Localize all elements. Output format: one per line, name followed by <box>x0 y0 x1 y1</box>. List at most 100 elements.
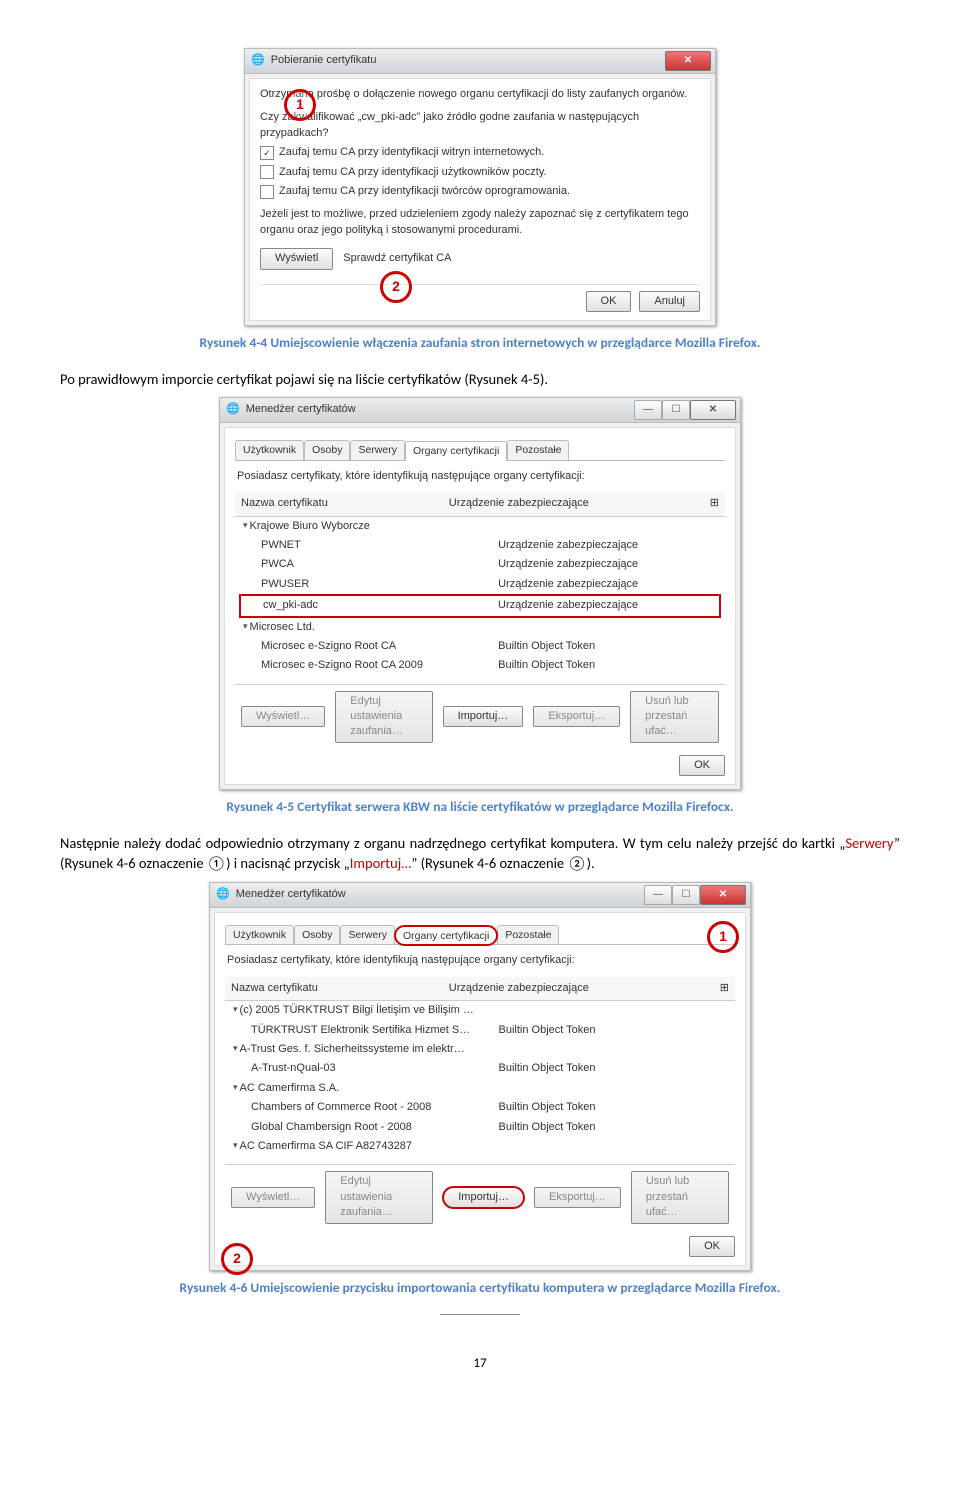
export-button[interactable]: Eksportuj… <box>533 706 620 727</box>
table-row[interactable]: PWNETUrządzenie zabezpieczające <box>239 536 721 555</box>
ok-button[interactable]: OK <box>679 755 725 776</box>
dialog-body: Otrzymano prośbę o dołączenie nowego org… <box>249 78 711 321</box>
checkbox-icon[interactable] <box>260 165 274 179</box>
table-row[interactable]: Microsec e-Szigno Root CABuiltin Object … <box>239 637 721 656</box>
table-header: Nazwa certyfikatu Urządzenie zabezpiecza… <box>235 492 725 516</box>
tab-user[interactable]: Użytkownik <box>225 925 294 945</box>
chk-trust-mail[interactable]: Zaufaj temu CA przy identyfikacji użytko… <box>260 165 700 180</box>
caption-4-4: Rysunek 4-4 Umiejscowienie włączenia zau… <box>60 334 900 353</box>
table-row[interactable]: Microsec e-Szigno Root CA 2009Builtin Ob… <box>239 656 721 675</box>
cert-table: Krajowe Biuro WyborczePWNETUrządzenie za… <box>235 517 725 680</box>
table-row[interactable]: TÜRKTRUST Elektronik Sertifika Hizmet S…… <box>229 1021 731 1040</box>
settings-icon[interactable]: ⊞ <box>720 981 729 996</box>
view-button[interactable]: Wyświetl… <box>231 1187 315 1208</box>
chk-label: Zaufaj temu CA przy identyfikacji użytko… <box>279 165 547 180</box>
table-row[interactable]: A-Trust-nQual-03Builtin Object Token <box>229 1059 731 1078</box>
app-icon: 🌐 <box>226 402 240 417</box>
figure-4-4: 🌐 Pobieranie certyfikatu ✕ Otrzymano pro… <box>60 48 900 326</box>
dialog-body: Użytkownik Osoby Serwery Organy certyfik… <box>214 912 746 1266</box>
table-header: Nazwa certyfikatu Urządzenie zabezpiecza… <box>225 977 735 1001</box>
tab-others[interactable]: Pozostałe <box>497 925 559 945</box>
annotation-circle-2: 2 <box>380 271 412 303</box>
tab-row: Użytkownik Osoby Serwery Organy certyfik… <box>235 440 725 461</box>
col-cert-name: Nazwa certyfikatu <box>241 496 328 511</box>
dialog-cert-manager-2: 🌐 Menedżer certyfikatów — ☐ ✕ Użytkownik… <box>209 882 751 1271</box>
close-button[interactable]: ✕ <box>690 400 736 420</box>
edit-trust-button[interactable]: Edytuj ustawienia zaufania… <box>335 691 432 743</box>
dialog-warning: Jeżeli jest to możliwe, przed udzielenie… <box>260 207 700 238</box>
tab-authorities[interactable]: Organy certyfikacji <box>405 441 507 461</box>
table-group[interactable]: Microsec Ltd. <box>239 618 721 637</box>
tab-people[interactable]: Osoby <box>304 440 350 460</box>
chk-label: Zaufaj temu CA przy identyfikacji witryn… <box>279 145 544 160</box>
import-button[interactable]: Importuj… <box>443 706 524 727</box>
para-after-4-4: Po prawidłowym imporcie certyfikat pojaw… <box>60 369 900 389</box>
checkbox-icon[interactable] <box>260 146 274 160</box>
view-button[interactable]: Wyświetl <box>260 248 333 269</box>
servers-text: Serwery <box>845 834 894 852</box>
chk-trust-websites[interactable]: Zaufaj temu CA przy identyfikacji witryn… <box>260 145 700 160</box>
import-button[interactable]: Importuj… <box>443 1187 524 1208</box>
figure-4-5: 🌐 Menedżer certyfikatów — ☐ ✕ Użytkownik… <box>60 397 900 790</box>
tab-others[interactable]: Pozostałe <box>507 440 569 460</box>
table-group[interactable]: Krajowe Biuro Wyborcze <box>239 517 721 536</box>
minimize-button[interactable]: — <box>644 885 672 905</box>
checkbox-icon[interactable] <box>260 185 274 199</box>
annotation-circle-1: 1 <box>707 921 739 953</box>
col-device: Urządzenie zabezpieczające <box>449 981 589 996</box>
ok-button[interactable]: OK <box>586 291 632 312</box>
dialog-cert-manager: 🌐 Menedżer certyfikatów — ☐ ✕ Użytkownik… <box>219 397 741 790</box>
chk-trust-software[interactable]: Zaufaj temu CA przy identyfikacji twórcó… <box>260 184 700 199</box>
table-row[interactable]: cw_pki-adcUrządzenie zabezpieczające <box>239 594 721 617</box>
page-number: 17 <box>60 1355 900 1373</box>
tab-people[interactable]: Osoby <box>294 925 340 945</box>
table-row[interactable]: PWCAUrządzenie zabezpieczające <box>239 555 721 574</box>
table-group[interactable]: AC Camerfirma SA CIF A82743287 <box>229 1137 731 1156</box>
dialog-title: Pobieranie certyfikatu <box>271 53 377 68</box>
ok-button[interactable]: OK <box>689 1236 735 1257</box>
col-device: Urządzenie zabezpieczające <box>449 496 589 511</box>
dialog-title: Menedżer certyfikatów <box>246 402 356 417</box>
tab-user[interactable]: Użytkownik <box>235 440 304 460</box>
annotation-circle-2: 2 <box>221 1243 253 1275</box>
titlebar: 🌐 Pobieranie certyfikatu ✕ <box>245 49 715 74</box>
tab-servers[interactable]: Serwery <box>350 440 405 460</box>
app-icon: 🌐 <box>251 53 265 68</box>
figure-4-6: 🌐 Menedżer certyfikatów — ☐ ✕ Użytkownik… <box>60 882 900 1271</box>
close-button[interactable]: ✕ <box>665 51 711 71</box>
table-group[interactable]: A-Trust Ges. f. Sicherheitssysteme im el… <box>229 1040 731 1059</box>
tab-authorities[interactable]: Organy certyfikacji <box>395 926 497 946</box>
minimize-button[interactable]: — <box>634 400 662 420</box>
cancel-button[interactable]: Anuluj <box>639 291 700 312</box>
tab-servers[interactable]: Serwery <box>340 925 395 945</box>
remove-button[interactable]: Usuń lub przestań ufać… <box>631 1171 729 1223</box>
import-text: Importuj… <box>350 854 412 872</box>
view-button[interactable]: Wyświetl… <box>241 706 325 727</box>
dialog-question: Czy zakwalifikować „cw_pki-adc” jako źró… <box>260 110 700 141</box>
table-row[interactable]: Global Chambersign Root - 2008Builtin Ob… <box>229 1118 731 1137</box>
dialog-download-cert: 🌐 Pobieranie certyfikatu ✕ Otrzymano pro… <box>244 48 716 326</box>
dialog-intro: Otrzymano prośbę o dołączenie nowego org… <box>260 87 700 102</box>
desc: Posiadasz certyfikaty, które identyfikuj… <box>235 461 725 492</box>
remove-button[interactable]: Usuń lub przestań ufać… <box>630 691 719 743</box>
annotation-circle-1: 1 <box>284 89 316 121</box>
edit-trust-button[interactable]: Edytuj ustawienia zaufania… <box>325 1171 433 1223</box>
caption-4-5: Rysunek 4-5 Certyfikat serwera KBW na li… <box>60 798 900 817</box>
maximize-button[interactable]: ☐ <box>672 885 700 905</box>
table-group[interactable]: (c) 2005 TÜRKTRUST Bilgi İletişim ve Bil… <box>229 1001 731 1020</box>
chk-label: Zaufaj temu CA przy identyfikacji twórcó… <box>279 184 570 199</box>
close-button[interactable]: ✕ <box>700 885 746 905</box>
titlebar: 🌐 Menedżer certyfikatów — ☐ ✕ <box>210 883 750 908</box>
export-button[interactable]: Eksportuj… <box>534 1187 621 1208</box>
table-row[interactable]: Chambers of Commerce Root - 2008Builtin … <box>229 1098 731 1117</box>
settings-icon[interactable]: ⊞ <box>710 496 719 511</box>
desc: Posiadasz certyfikaty, które identyfikuj… <box>225 945 735 976</box>
app-icon: 🌐 <box>216 887 230 902</box>
table-group[interactable]: AC Camerfirma S.A. <box>229 1079 731 1098</box>
dialog-title: Menedżer certyfikatów <box>236 887 346 902</box>
verify-text: Sprawdź certyfikat CA <box>343 251 451 266</box>
caption-4-6: Rysunek 4-6 Umiejscowienie przycisku imp… <box>60 1279 900 1298</box>
maximize-button[interactable]: ☐ <box>662 400 690 420</box>
table-row[interactable]: PWUSERUrządzenie zabezpieczające <box>239 575 721 594</box>
dialog-body: Użytkownik Osoby Serwery Organy certyfik… <box>224 427 736 785</box>
